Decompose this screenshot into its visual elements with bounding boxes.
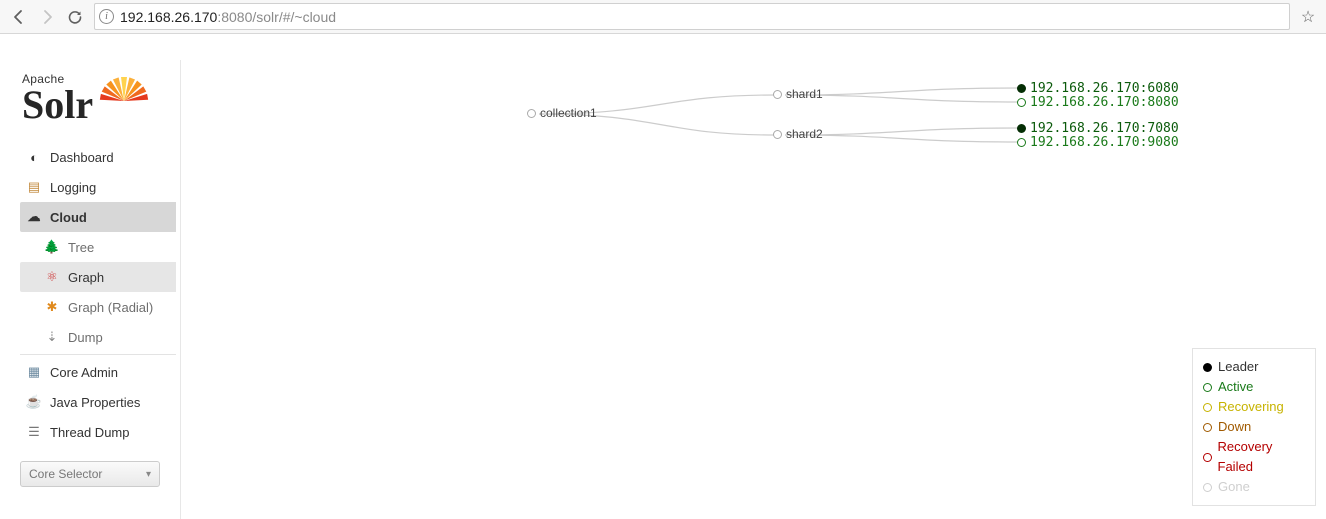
graph-node-replica[interactable]: 192.168.26.170:7080 <box>1017 121 1179 136</box>
legend-row-recovering: Recovering <box>1203 397 1305 417</box>
url-text: 192.168.26.170:8080/solr/#/~cloud <box>120 9 336 25</box>
legend-dot-icon <box>1203 483 1212 492</box>
reload-button[interactable] <box>62 4 88 30</box>
tree-icon: 🌲 <box>44 239 60 255</box>
legend-label: Gone <box>1218 477 1250 497</box>
sidebar-item-thread-dump[interactable]: ☰ Thread Dump <box>20 417 176 447</box>
legend-label: Down <box>1218 417 1251 437</box>
legend-dot-icon <box>1203 423 1212 432</box>
browser-toolbar: i 192.168.26.170:8080/solr/#/~cloud ☆ <box>0 0 1326 34</box>
bookmark-star-icon[interactable]: ☆ <box>1296 7 1320 27</box>
dump-icon: ⇣ <box>44 329 60 345</box>
sidebar-item-label: Graph (Radial) <box>68 300 153 315</box>
threads-icon: ☰ <box>26 424 42 440</box>
sidebar-item-label: Dump <box>68 330 103 345</box>
sun-icon <box>99 87 149 124</box>
gauge-icon: ◐ <box>26 149 42 165</box>
sidebar-item-label: Dashboard <box>50 150 114 165</box>
legend-row-down: Down <box>1203 417 1305 437</box>
sidebar-item-java-properties[interactable]: ☕ Java Properties <box>20 387 176 417</box>
graph-node-replica[interactable]: 192.168.26.170:8080 <box>1017 95 1179 110</box>
node-label: 192.168.26.170:8080 <box>1030 95 1179 110</box>
graph-node-replica[interactable]: 192.168.26.170:6080 <box>1017 81 1179 96</box>
graph-node-shard2[interactable]: shard2 <box>773 127 823 141</box>
core-selector-dropdown[interactable]: Core Selector ▾ <box>20 461 160 487</box>
cloud-icon: ☁ <box>26 209 42 225</box>
graph-icon: ⚛ <box>44 269 60 285</box>
legend-dot-icon <box>1203 383 1212 392</box>
node-label: 192.168.26.170:6080 <box>1030 81 1179 96</box>
legend-label: Leader <box>1218 357 1258 377</box>
sidebar-item-label: Tree <box>68 240 94 255</box>
sidebar-item-label: Thread Dump <box>50 425 129 440</box>
legend-row-failed: Recovery Failed <box>1203 437 1305 477</box>
sidebar-subitem-dump[interactable]: ⇣ Dump <box>20 322 176 352</box>
sidebar: Apache Solr <box>0 60 176 519</box>
notebook-icon: ▤ <box>26 179 42 195</box>
sidebar-item-label: Logging <box>50 180 96 195</box>
sidebar-item-label: Core Admin <box>50 365 118 380</box>
legend-label: Active <box>1218 377 1253 397</box>
separator <box>20 354 176 355</box>
cloud-graph: collection1 shard1 shard2 192.168.26.170… <box>181 60 1326 519</box>
legend-label: Recovery Failed <box>1218 437 1305 477</box>
node-dot-icon <box>1017 98 1026 107</box>
radial-icon: ✱ <box>44 299 60 315</box>
page-padding <box>0 34 1326 60</box>
node-dot-icon <box>773 130 782 139</box>
legend-dot-icon <box>1203 403 1212 412</box>
core-selector-label: Core Selector <box>29 467 102 481</box>
node-label: shard1 <box>786 87 823 101</box>
node-dot-icon <box>773 90 782 99</box>
legend-row-active: Active <box>1203 377 1305 397</box>
legend-row-leader: Leader <box>1203 357 1305 377</box>
logo-solr-label: Solr <box>22 86 93 124</box>
legend-box: Leader Active Recovering Down Recovery F… <box>1192 348 1316 506</box>
node-dot-icon <box>1017 138 1026 147</box>
graph-node-shard1[interactable]: shard1 <box>773 87 823 101</box>
node-dot-icon <box>1017 124 1026 133</box>
sidebar-item-label: Java Properties <box>50 395 140 410</box>
sidebar-subitem-tree[interactable]: 🌲 Tree <box>20 232 176 262</box>
solr-logo: Apache Solr <box>20 60 176 142</box>
sidebar-item-label: Graph <box>68 270 104 285</box>
forward-button[interactable] <box>34 4 60 30</box>
legend-dot-icon <box>1203 363 1212 372</box>
sidebar-item-label: Cloud <box>50 210 87 225</box>
sidebar-item-logging[interactable]: ▤ Logging <box>20 172 176 202</box>
graph-node-replica[interactable]: 192.168.26.170:9080 <box>1017 135 1179 150</box>
sidebar-subitem-graph-radial[interactable]: ✱ Graph (Radial) <box>20 292 176 322</box>
node-dot-icon <box>527 109 536 118</box>
legend-label: Recovering <box>1218 397 1284 417</box>
sidebar-item-cloud[interactable]: ☁ Cloud <box>20 202 176 232</box>
sidebar-item-core-admin[interactable]: ▦ Core Admin <box>20 357 176 387</box>
address-bar[interactable]: i 192.168.26.170:8080/solr/#/~cloud <box>94 3 1290 30</box>
node-label: 192.168.26.170:7080 <box>1030 121 1179 136</box>
sidebar-subitem-graph[interactable]: ⚛ Graph <box>20 262 176 292</box>
node-label: shard2 <box>786 127 823 141</box>
database-icon: ▦ <box>26 364 42 380</box>
node-label: collection1 <box>540 106 597 120</box>
legend-dot-icon <box>1203 453 1212 462</box>
back-button[interactable] <box>6 4 32 30</box>
chevron-down-icon: ▾ <box>146 469 151 480</box>
site-info-icon[interactable]: i <box>99 9 114 24</box>
sidebar-item-dashboard[interactable]: ◐ Dashboard <box>20 142 176 172</box>
coffee-icon: ☕ <box>26 394 42 410</box>
graph-node-collection[interactable]: collection1 <box>527 106 597 120</box>
node-label: 192.168.26.170:9080 <box>1030 135 1179 150</box>
legend-row-gone: Gone <box>1203 477 1305 497</box>
node-dot-icon <box>1017 84 1026 93</box>
main-content: collection1 shard1 shard2 192.168.26.170… <box>180 60 1326 519</box>
cloud-submenu: 🌲 Tree ⚛ Graph ✱ Graph (Radial) ⇣ Dump <box>20 232 176 352</box>
